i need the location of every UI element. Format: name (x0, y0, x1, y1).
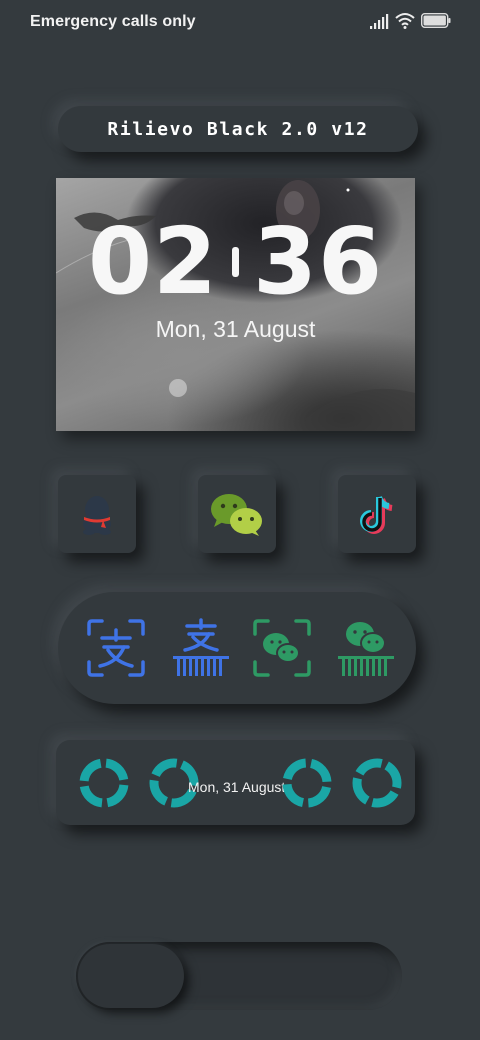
slider-knob[interactable] (78, 944, 184, 1008)
battery-icon (421, 13, 451, 28)
app-tile-qq[interactable] (58, 475, 136, 553)
wechat-pay-code-icon[interactable] (336, 618, 396, 678)
wechat-scan-icon[interactable] (252, 618, 312, 678)
clock-date: Mon, 31 August (155, 316, 316, 342)
tiktok-icon (360, 496, 393, 534)
clock-hours: 02 (87, 208, 218, 315)
app-tile-wechat[interactable] (198, 475, 276, 553)
clock-separator (232, 247, 239, 277)
widget-date: Mon, 31 August (188, 779, 286, 795)
alipay-scan-icon[interactable] (86, 618, 146, 678)
status-carrier-text: Emergency calls only (30, 13, 196, 30)
alipay-pay-code-icon[interactable] (171, 618, 231, 678)
ring-icon (79, 758, 129, 808)
payment-shortcuts-pill (58, 592, 416, 704)
theme-title-pill[interactable]: Rilievo Black 2.0 v12 (58, 106, 418, 152)
clock-minutes: 36 (253, 208, 384, 315)
wifi-icon (395, 13, 415, 29)
clock-time: 02 36 (56, 216, 415, 308)
qq-icon (83, 496, 111, 535)
ring-icon (282, 758, 332, 808)
ring-icon (352, 758, 402, 808)
wechat-icon (211, 494, 262, 536)
signal-icon (370, 14, 389, 29)
clock-widget[interactable]: 02 36 Mon, 31 August (56, 178, 415, 431)
app-tile-tiktok[interactable] (338, 475, 416, 553)
theme-title: Rilievo Black 2.0 v12 (107, 118, 369, 140)
